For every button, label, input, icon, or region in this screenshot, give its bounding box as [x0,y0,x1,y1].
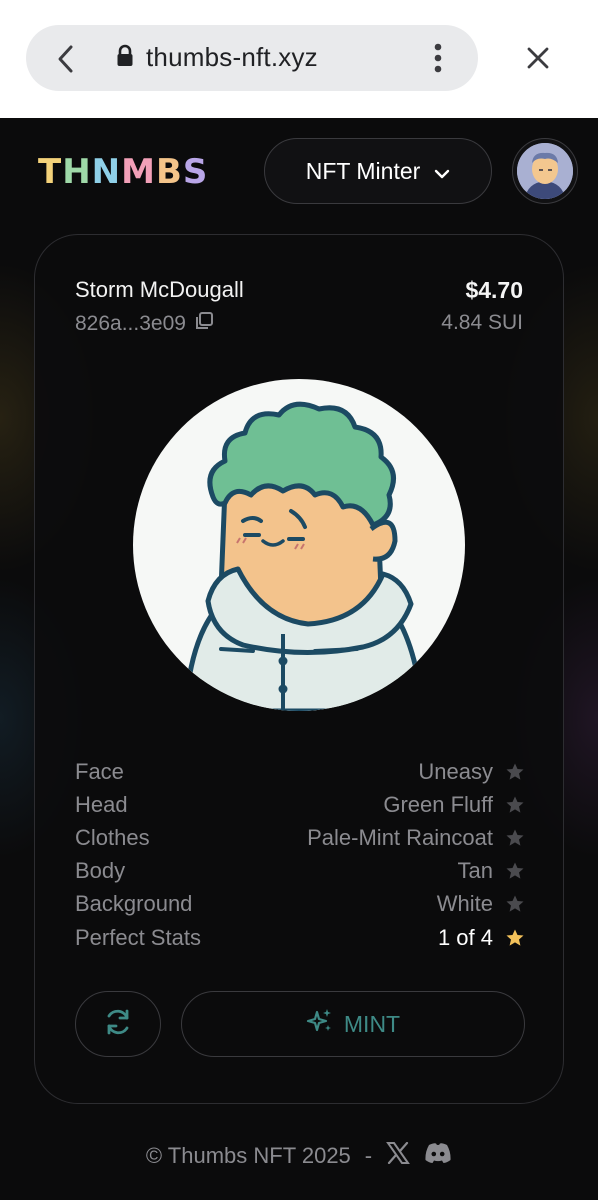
trait-value: 1 of 4 [437,924,493,950]
star-icon [506,829,524,846]
owner-address-text: 826a...3e09 [75,312,186,335]
trait-value: Uneasy [418,758,493,784]
nft-character-image [133,379,465,711]
x-logo-icon[interactable] [386,1141,411,1170]
sparkles-icon [306,1007,334,1041]
chevron-down-icon [434,158,450,185]
price-sui: 4.84 SUI [441,311,523,334]
copyright-text: © Thumbs NFT 2025 [145,1143,351,1168]
logo-letter: T [38,152,62,192]
logo-letter: N [91,152,121,192]
trait-value-group: 1 of 4 [438,925,525,951]
refresh-icon [103,1007,133,1042]
trait-value-group: Pale-Mint Raincoat [307,825,525,851]
star-icon [506,929,524,946]
close-icon[interactable] [520,40,556,76]
logo-letter: B [155,152,182,192]
trait-value-group: Tan [458,858,525,884]
copy-icon[interactable] [194,311,214,337]
trait-value: Tan [457,858,493,884]
trait-value-group: Uneasy [418,759,525,785]
mint-label: MINT [343,1010,401,1037]
star-icon [506,796,524,813]
footer-separator: - [364,1143,373,1168]
trait-row: Background White [75,888,525,921]
nft-minter-dropdown[interactable]: NFT Minter [264,138,492,204]
trait-row: Body Tan [75,855,525,888]
refresh-button[interactable] [75,991,161,1057]
logo-letter: H [62,152,91,192]
logo-letter: S [182,152,208,192]
logo-letter: M [121,152,155,192]
owner-name: Storm McDougall [75,277,244,302]
trait-row: Face Uneasy [75,755,525,788]
trait-key: Face [75,758,124,784]
trait-key: Head [75,791,128,817]
browser-bar: thumbs-nft.xyz [0,0,598,118]
trait-key: Background [75,891,193,917]
price-usd: $4.70 [465,277,523,303]
app-root: T H N M B S NFT Minter Storm McDougall 8… [0,118,598,1200]
nft-card: Storm McDougall 826a...3e09 $4.70 4.84 S… [34,234,564,1104]
trait-row: Perfect Stats 1 of 4 [75,921,525,954]
star-icon [506,763,524,780]
footer: © Thumbs NFT 2025 - [0,1141,598,1170]
owner-address[interactable]: 826a...3e09 [75,311,214,337]
trait-value-group: Green Fluff [383,792,525,818]
mint-button[interactable]: MINT [181,991,525,1057]
trait-row: Head Green Fluff [75,788,525,821]
discord-icon[interactable] [424,1142,452,1170]
trait-key: Body [75,858,126,884]
trait-value: Green Fluff [383,791,493,817]
back-arrow-icon[interactable] [48,41,84,77]
url-text[interactable]: thumbs-nft.xyz [146,42,318,73]
trait-value: White [436,891,493,917]
star-icon [506,862,524,879]
trait-value-group: White [437,891,525,917]
nft-minter-label: NFT Minter [305,157,421,184]
trait-key: Clothes [75,824,150,850]
traits-list: Face Uneasy Head Green Fluff Clothes Pal… [75,755,525,954]
trait-row: Clothes Pale-Mint Raincoat [75,821,525,854]
avatar-image [517,143,573,199]
star-icon [506,895,524,912]
kebab-menu-icon[interactable] [426,40,450,76]
trait-key: Perfect Stats [75,924,201,950]
user-avatar[interactable] [512,138,578,204]
lock-icon [116,44,134,68]
trait-value: Pale-Mint Raincoat [307,824,493,850]
thumbs-logo[interactable]: T H N M B S [38,152,207,192]
